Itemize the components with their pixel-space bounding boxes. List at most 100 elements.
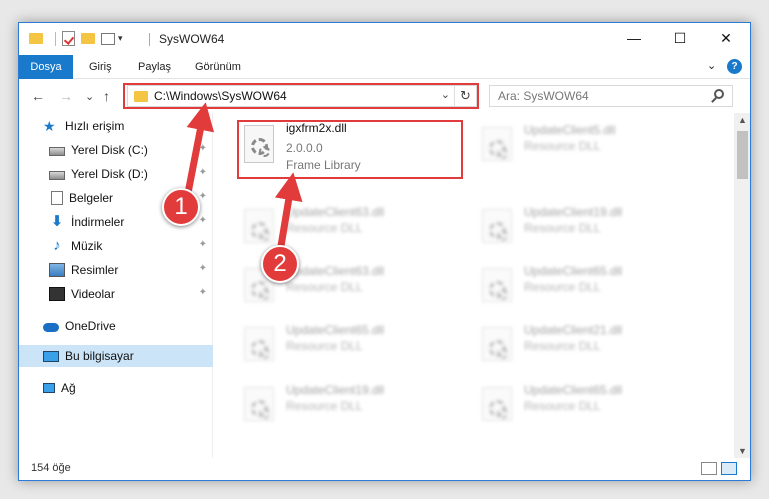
ribbon-tabs: Dosya Giriş Paylaş Görünüm ⌄ ? [19,55,750,79]
sidebar-item-label: Yerel Disk (C:) [71,143,148,157]
pin-icon: ✦ [198,263,207,274]
navigation-pane: ★ Hızlı erişim Yerel Disk (C:) ✦ Yerel D… [19,113,213,458]
window-title: SysWOW64 [159,32,225,46]
pin-icon: ✦ [198,287,207,298]
sidebar-item-label: Belgeler [69,191,114,205]
new-folder-icon[interactable] [81,33,95,44]
file-item[interactable]: UpdateClient65.dll Resource DLL [238,323,458,381]
sidebar-item-quick-access[interactable]: ★ Hızlı erişim [19,115,213,137]
sidebar-item-label: OneDrive [65,319,116,333]
back-button[interactable]: ← [31,88,45,104]
sidebar-item-network[interactable]: Ağ [19,377,213,399]
file-type: Resource DLL [286,399,363,413]
file-type: Resource DLL [286,280,363,294]
disk-icon [49,147,65,156]
pin-icon: ✦ [198,143,207,154]
file-name: UpdateClient21.dll [524,323,623,337]
pictures-icon [49,263,65,277]
properties-check-icon[interactable] [62,31,75,46]
forward-button[interactable]: → [59,88,73,104]
up-button[interactable]: ↑ [103,88,110,104]
pin-icon: ✦ [198,239,207,250]
vertical-scrollbar[interactable]: ▲ ▼ [734,113,750,458]
sidebar-item-this-pc[interactable]: Bu bilgisayar [19,345,213,367]
sidebar-item-music[interactable]: ♪ Müzik ✦ [19,235,213,257]
document-icon [51,191,63,205]
disk-icon [49,171,65,180]
close-button[interactable]: ✕ [703,23,749,53]
maximize-button[interactable]: ☐ [657,23,703,53]
file-type: Resource DLL [524,139,601,153]
sidebar-item-label: Yerel Disk (D:) [71,167,148,181]
details-view-icon[interactable] [701,462,717,475]
file-item[interactable]: UpdateClient65.dll Resource DLL [476,383,696,441]
sidebar-item-label: İndirmeler [71,215,125,229]
recent-locations-button[interactable]: ⌄ [85,90,94,103]
pin-icon: ✦ [198,191,207,202]
file-name: UpdateClient5.dll [524,123,616,137]
star-icon: ★ [43,118,56,134]
search-box[interactable]: Ara: SysWOW64 [489,85,733,107]
sidebar-item-videos[interactable]: Videolar ✦ [19,283,213,305]
file-item[interactable]: UpdateClient5.dll Resource DLL [476,123,696,181]
cloud-icon [43,323,59,332]
tab-share[interactable]: Paylaş [128,55,181,79]
file-item[interactable]: UpdateClient21.dll Resource DLL [476,323,696,381]
tab-view[interactable]: Görünüm [185,55,251,79]
dll-file-icon [244,209,274,243]
tab-home[interactable]: Giriş [79,55,122,79]
scroll-up-icon[interactable]: ▲ [738,115,747,125]
step-1-badge: 1 [162,188,200,226]
file-type: Resource DLL [286,221,363,235]
sidebar-item-disk-c[interactable]: Yerel Disk (C:) ✦ [19,139,213,161]
dll-file-icon [482,387,512,421]
pin-icon: ✦ [198,215,207,226]
scroll-down-icon[interactable]: ▼ [738,446,747,456]
file-item[interactable]: UpdateClient19.dll Resource DLL [238,383,458,441]
file-type: Resource DLL [524,280,601,294]
file-type: Resource DLL [286,339,363,353]
item-count: 154 öğe [31,462,71,474]
expand-ribbon-icon[interactable]: ⌄ [707,59,716,72]
sidebar-item-disk-d[interactable]: Yerel Disk (D:) ✦ [19,163,213,185]
sidebar-item-onedrive[interactable]: OneDrive [19,315,213,337]
customize-toolbar-icon[interactable] [101,32,115,45]
file-name: UpdateClient19.dll [524,205,623,219]
tab-file[interactable]: Dosya [19,55,73,79]
dll-file-icon [244,327,274,361]
file-name: UpdateClient19.dll [286,383,385,397]
quick-access-toolbar: ▾ [29,31,123,46]
file-item[interactable]: UpdateClient65.dll Resource DLL [476,264,696,322]
file-type: Resource DLL [524,339,601,353]
title-divider [149,33,150,46]
minimize-button[interactable]: — [611,23,657,53]
scroll-thumb[interactable] [737,131,748,179]
dll-file-icon [482,127,512,161]
dll-file-icon [482,209,512,243]
title-bar: ▾ SysWOW64 — ☐ ✕ [19,23,750,55]
sidebar-item-label: Bu bilgisayar [65,349,134,363]
computer-icon [43,350,59,362]
sidebar-item-label: Müzik [71,239,103,253]
search-icon[interactable] [714,89,724,99]
address-highlight-box [123,83,479,109]
sidebar-item-pictures[interactable]: Resimler ✦ [19,259,213,281]
file-name: UpdateClient63.dll [286,264,385,278]
folder-icon [29,33,43,44]
file-name: UpdateClient65.dll [524,264,623,278]
file-name: UpdateClient63.dll [286,205,385,219]
music-icon: ♪ [53,237,61,254]
file-item[interactable]: UpdateClient19.dll Resource DLL [476,205,696,263]
download-icon: ⬇ [50,213,64,230]
sidebar-item-label: Hızlı erişim [65,119,125,133]
search-input[interactable]: Ara: SysWOW64 [498,89,589,103]
toolbar-dropdown-icon[interactable]: ▾ [118,33,123,44]
sidebar-item-label: Resimler [71,263,119,277]
dll-file-icon [482,268,512,302]
videos-icon [49,287,65,301]
help-icon[interactable]: ? [727,59,742,74]
pin-icon: ✦ [198,167,207,178]
toolbar-divider [55,31,56,46]
large-icons-view-icon[interactable] [721,462,737,475]
dll-file-icon [482,327,512,361]
